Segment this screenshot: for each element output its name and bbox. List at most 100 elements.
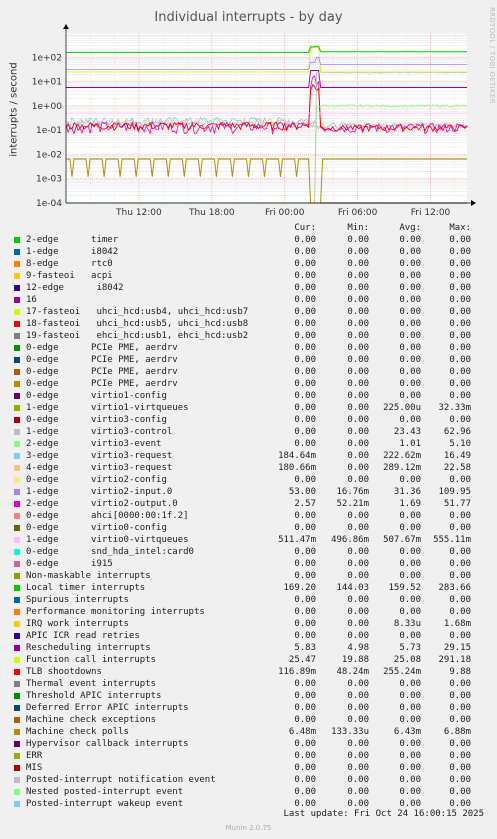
legend-row: 4-edge virtio3-request 180.66m 0.00 289.12m… — [0, 462, 497, 474]
legend-value-max: 555.11m — [433, 535, 471, 545]
legend-value-max: 0.00 — [449, 283, 471, 293]
legend-swatch — [14, 381, 20, 387]
legend-value-max: 0.00 — [449, 355, 471, 365]
legend-row: 1-edge virtio0-virtqueues 511.47m 496.86m 5… — [0, 534, 497, 546]
legend-value-min: 48.24m — [336, 667, 369, 677]
legend-row: ERR 0.00 0.00 0.00 0.00 — [0, 750, 497, 762]
legend-value-cur: 0.00 — [294, 379, 316, 389]
legend-swatch — [14, 573, 20, 579]
legend-name: Rescheduling interrupts — [26, 643, 151, 653]
legend-row: 0-edge virtio2-config 0.00 0.00 0.00 0.00 — [0, 474, 497, 486]
legend-value-min: 0.00 — [347, 439, 369, 449]
legend-value-min: 0.00 — [347, 751, 369, 761]
legend-value-cur: 2.57 — [294, 499, 316, 509]
legend-name: 0-edge ahci[0000:00:1f.2] — [26, 511, 189, 521]
legend-name: Machine check exceptions — [26, 715, 157, 725]
x-tick-label: Thu 12:00 — [115, 208, 162, 218]
legend-value-max: 0.00 — [449, 739, 471, 749]
legend-row: Machine check exceptions 0.00 0.00 0.00 0.00 — [0, 714, 497, 726]
legend-swatch — [14, 513, 20, 519]
interrupts-chart: 1e+02 1e+01 1e+00 1e-01 1e-02 1e-03 1e-04 Thu 1… — [32, 24, 476, 218]
legend-name: Local timer interrupts — [26, 583, 146, 593]
legend-value-cur: 0.00 — [294, 739, 316, 749]
legend-value-cur: 5.83 — [294, 643, 316, 653]
legend-name: 0-edge virtio3-config — [26, 415, 167, 425]
legend-name: 19-fasteoi ehci_hcd:usb1, ehci_hcd:usb2 — [26, 331, 249, 341]
legend-value-cur: 0.00 — [294, 523, 316, 533]
legend-swatch — [14, 321, 20, 327]
legend-name: 2-edge timer — [26, 235, 119, 245]
legend-row: 0-edge virtio3-config 0.00 0.00 0.00 0.00 — [0, 414, 497, 426]
legend-row: Thermal event interrupts 0.00 0.00 0.00 0.00 — [0, 678, 497, 690]
legend-value-min: 144.03 — [336, 583, 369, 593]
legend-value-min: 0.00 — [347, 247, 369, 257]
legend-value-max: 62.96 — [443, 427, 471, 437]
legend-swatch — [14, 357, 20, 363]
legend-name: 0-edge virtio1-config — [26, 391, 167, 401]
legend-value-min: 0.00 — [347, 559, 369, 569]
legend-value-cur: 0.00 — [294, 703, 316, 713]
legend-value-min: 0.00 — [347, 619, 369, 629]
legend-value-min: 0.00 — [347, 319, 369, 329]
legend-swatch — [14, 489, 20, 495]
legend-swatch — [14, 609, 20, 615]
legend-row: 0-edge i915 0.00 0.00 0.00 0.00 — [0, 558, 497, 570]
legend-value-min: 0.00 — [347, 367, 369, 377]
legend-value-cur: 0.00 — [294, 691, 316, 701]
legend-row: 1-edge i8042 0.00 0.00 0.00 0.00 — [0, 246, 497, 258]
legend-swatch — [14, 729, 20, 735]
legend-swatch — [14, 249, 20, 255]
legend-value-cur: 0.00 — [294, 787, 316, 797]
legend-name: IRQ work interrupts — [26, 619, 129, 629]
legend-name: 0-edge PCIe PME, aerdrv — [26, 379, 178, 389]
legend-value-max: 6.88m — [443, 727, 471, 737]
x-axis-arrow — [471, 200, 476, 206]
legend-name: 1-edge i8042 — [26, 247, 119, 257]
x-tick-label: Fri 12:00 — [411, 208, 451, 218]
footer-version: Munin 2.0.75 — [225, 824, 272, 832]
legend-value-cur: 0.00 — [294, 355, 316, 365]
legend-value-max: 0.00 — [449, 523, 471, 533]
legend-value-cur: 0.00 — [294, 307, 316, 317]
legend-swatch — [14, 693, 20, 699]
legend-value-max: 0.00 — [449, 703, 471, 713]
legend-value-max: 0.00 — [449, 571, 471, 581]
legend-row: 1-edge virtio2-input.0 53.00 16.76m 31.36 10… — [0, 486, 497, 498]
legend-row: 18-fasteoi uhci_hcd:usb5, uhci_hcd:usb8 0… — [0, 318, 497, 330]
legend-swatch — [14, 741, 20, 747]
legend-row: 19-fasteoi ehci_hcd:usb1, ehci_hcd:usb2 0… — [0, 330, 497, 342]
legend-value-max: 0.00 — [449, 775, 471, 785]
legend-value-cur: 0.00 — [294, 235, 316, 245]
legend-value-max: 16.49 — [443, 451, 471, 461]
legend-row: 0-edge virtio0-config 0.00 0.00 0.00 0.00 — [0, 522, 497, 534]
legend-row: Local timer interrupts 169.20 144.03 159.52… — [0, 582, 497, 594]
legend-row: 3-edge virtio3-request 184.64m 0.00 222.62m… — [0, 450, 497, 462]
legend-value-max: 0.00 — [449, 259, 471, 269]
legend-swatch — [14, 261, 20, 267]
y-tick-label: 1e-03 — [36, 175, 62, 185]
legend-value-max: 0.00 — [449, 415, 471, 425]
legend-value-max: 0.00 — [449, 475, 471, 485]
legend-value-max: 0.00 — [449, 379, 471, 389]
legend-name: Deferred Error APIC interrupts — [26, 703, 189, 713]
legend-value-max: 51.77 — [443, 499, 471, 509]
legend-value-cur: 0.00 — [294, 283, 316, 293]
legend-value-min: 0.00 — [347, 715, 369, 725]
legend-value-min: 0.00 — [347, 595, 369, 605]
legend-value-min: 0.00 — [347, 571, 369, 581]
x-tick-label: Thu 18:00 — [188, 208, 235, 218]
legend-value-max: 0.00 — [449, 547, 471, 557]
legend-value-cur: 0.00 — [294, 631, 316, 641]
legend-name: 0-edge PCIe PME, aerdrv — [26, 343, 178, 353]
legend-swatch — [14, 669, 20, 675]
legend-name: 16 — [26, 295, 37, 305]
y-tick-label: 1e+01 — [32, 78, 62, 88]
legend-row: 0-edge PCIe PME, aerdrv 0.00 0.00 0.00 0.00 — [0, 354, 497, 366]
legend-swatch — [14, 309, 20, 315]
legend-value-cur: 184.64m — [278, 451, 316, 461]
legend-name: ERR — [26, 751, 43, 761]
legend-swatch — [14, 777, 20, 783]
legend-name: Machine check polls — [26, 727, 129, 737]
legend-swatch — [14, 765, 20, 771]
legend-swatch — [14, 297, 20, 303]
